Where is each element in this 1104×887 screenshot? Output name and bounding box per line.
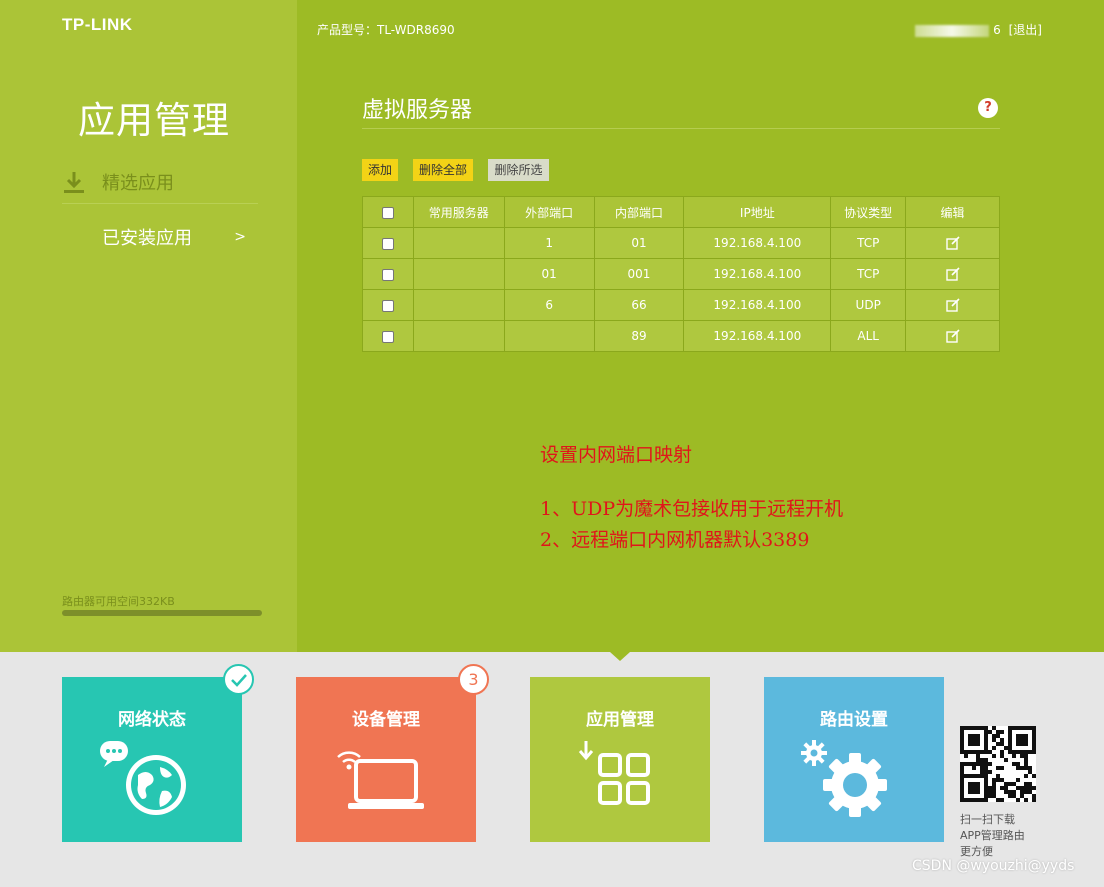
gear-icon xyxy=(801,740,887,817)
ip-cell: 192.168.4.100 xyxy=(683,289,832,321)
internal-port-cell: 89 xyxy=(593,320,685,352)
row-checkbox[interactable] xyxy=(381,268,394,281)
row-checkbox[interactable] xyxy=(381,237,394,250)
edit-cell xyxy=(905,258,1000,290)
internal-port-cell: 001 xyxy=(593,258,685,290)
external-port-cell: 01 xyxy=(503,258,595,290)
user-suffix: 6 xyxy=(993,23,1001,37)
row-select-cell xyxy=(362,289,414,321)
annotation-line: 1、UDP为魔术包接收用于远程开机 xyxy=(540,498,844,520)
check-badge-icon xyxy=(223,664,254,695)
product-model: 产品型号：TL-WDR8690 xyxy=(317,23,455,37)
table-row: 01 001 192.168.4.100 TCP xyxy=(362,258,1000,290)
qr-caption-line: 扫一扫下载 xyxy=(960,813,1015,826)
protocol-cell: ALL xyxy=(830,320,907,352)
delete-all-button[interactable]: 删除全部 xyxy=(413,159,473,181)
row-select-cell xyxy=(362,258,414,290)
qr-caption-line: APP管理路由 xyxy=(960,829,1025,842)
column-header: 编辑 xyxy=(905,196,1000,228)
download-icon xyxy=(62,170,86,194)
storage-bar xyxy=(62,610,262,616)
row-checkbox[interactable] xyxy=(381,299,394,312)
service-cell xyxy=(412,258,505,290)
edit-icon[interactable] xyxy=(945,298,960,312)
sidebar-item-label: 已安装应用 xyxy=(102,228,192,249)
active-tile-caret xyxy=(610,652,630,661)
sidebar: TP-LINK 应用管理 精选应用 已安装应用 > 路由器可用空间332KB xyxy=(0,0,297,652)
external-port-cell: 1 xyxy=(503,227,595,259)
edit-icon[interactable] xyxy=(945,236,960,250)
storage-label: 路由器可用空间332KB xyxy=(62,595,175,608)
sidebar-item-featured-apps[interactable]: 精选应用 xyxy=(62,160,258,204)
ip-cell: 192.168.4.100 xyxy=(683,227,832,259)
chevron-right-icon: > xyxy=(234,229,246,245)
globe-chat-icon xyxy=(100,741,186,815)
device-count-badge: 3 xyxy=(458,664,489,695)
edit-cell xyxy=(905,289,1000,321)
apps-grid-icon xyxy=(578,741,650,805)
blurred-username xyxy=(915,24,990,37)
add-button[interactable]: 添加 xyxy=(362,159,398,181)
row-checkbox[interactable] xyxy=(381,330,394,343)
annotation-line: 2、远程端口内网机器默认3389 xyxy=(540,529,810,551)
tile-label: 路由设置 xyxy=(820,710,888,730)
help-icon[interactable]: ? xyxy=(978,98,998,118)
table-row: 1 01 192.168.4.100 TCP xyxy=(362,227,1000,259)
row-select-cell xyxy=(362,320,414,352)
external-port-cell xyxy=(503,320,595,352)
tp-link-logo: TP-LINK xyxy=(62,15,133,34)
protocol-cell: UDP xyxy=(830,289,907,321)
virtual-server-table: 常用服务器 外部端口 内部端口 IP地址 协议类型 编辑 1 01 192.168.… xyxy=(362,196,1000,352)
sidebar-title: 应用管理 xyxy=(78,99,230,142)
service-cell xyxy=(412,320,505,352)
page-title: 虚拟服务器 xyxy=(362,98,473,123)
qr-code xyxy=(960,726,1036,802)
edit-icon[interactable] xyxy=(945,267,960,281)
column-header: 外部端口 xyxy=(503,196,595,228)
tile-device-management[interactable]: 设备管理 xyxy=(296,677,476,842)
edit-icon[interactable] xyxy=(945,329,960,343)
qr-caption: 扫一扫下载 APP管理路由 更方便 xyxy=(960,812,1040,860)
annotation-line: 设置内网端口映射 xyxy=(540,444,693,466)
select-all-cell xyxy=(362,196,414,228)
column-header: 协议类型 xyxy=(830,196,907,228)
storage-bar-fill xyxy=(62,610,262,616)
tile-network-status[interactable]: 网络状态 xyxy=(62,677,242,842)
watermark: CSDN @wyouzhi@yyds xyxy=(912,858,1075,874)
row-select-cell xyxy=(362,227,414,259)
delete-selected-button[interactable]: 删除所选 xyxy=(488,159,549,181)
ip-cell: 192.168.4.100 xyxy=(683,258,832,290)
sidebar-item-installed-apps[interactable]: 已安装应用 > xyxy=(62,215,258,259)
internal-port-cell: 66 xyxy=(593,289,685,321)
service-cell xyxy=(412,227,505,259)
select-all-checkbox[interactable] xyxy=(381,206,394,219)
internal-port-cell: 01 xyxy=(593,227,685,259)
service-cell xyxy=(412,289,505,321)
protocol-cell: TCP xyxy=(830,258,907,290)
ip-cell: 192.168.4.100 xyxy=(683,320,832,352)
laptop-wifi-icon xyxy=(337,751,424,809)
edit-cell xyxy=(905,227,1000,259)
logout-link[interactable]: [退出] xyxy=(1009,23,1042,37)
external-port-cell: 6 xyxy=(503,289,595,321)
top-panel: TP-LINK 应用管理 精选应用 已安装应用 > 路由器可用空间332KB 产… xyxy=(0,0,1104,652)
protocol-cell: TCP xyxy=(830,227,907,259)
grid-icon xyxy=(62,225,86,249)
edit-cell xyxy=(905,320,1000,352)
user-info: 6 [退出] xyxy=(915,21,1042,38)
column-header: IP地址 xyxy=(683,196,832,228)
tile-app-management[interactable]: 应用管理 xyxy=(530,677,710,842)
table-header-row: 常用服务器 外部端口 内部端口 IP地址 协议类型 编辑 xyxy=(362,196,1000,228)
tile-label: 设备管理 xyxy=(352,710,420,730)
column-header: 内部端口 xyxy=(593,196,685,228)
sidebar-item-label: 精选应用 xyxy=(102,172,174,194)
table-row: 89 192.168.4.100 ALL xyxy=(362,320,1000,352)
tile-label: 网络状态 xyxy=(118,710,186,730)
table-row: 6 66 192.168.4.100 UDP xyxy=(362,289,1000,321)
divider xyxy=(362,128,1000,129)
column-header: 常用服务器 xyxy=(412,196,505,228)
tile-label: 应用管理 xyxy=(586,710,654,730)
tile-router-settings[interactable]: 路由设置 xyxy=(764,677,944,842)
